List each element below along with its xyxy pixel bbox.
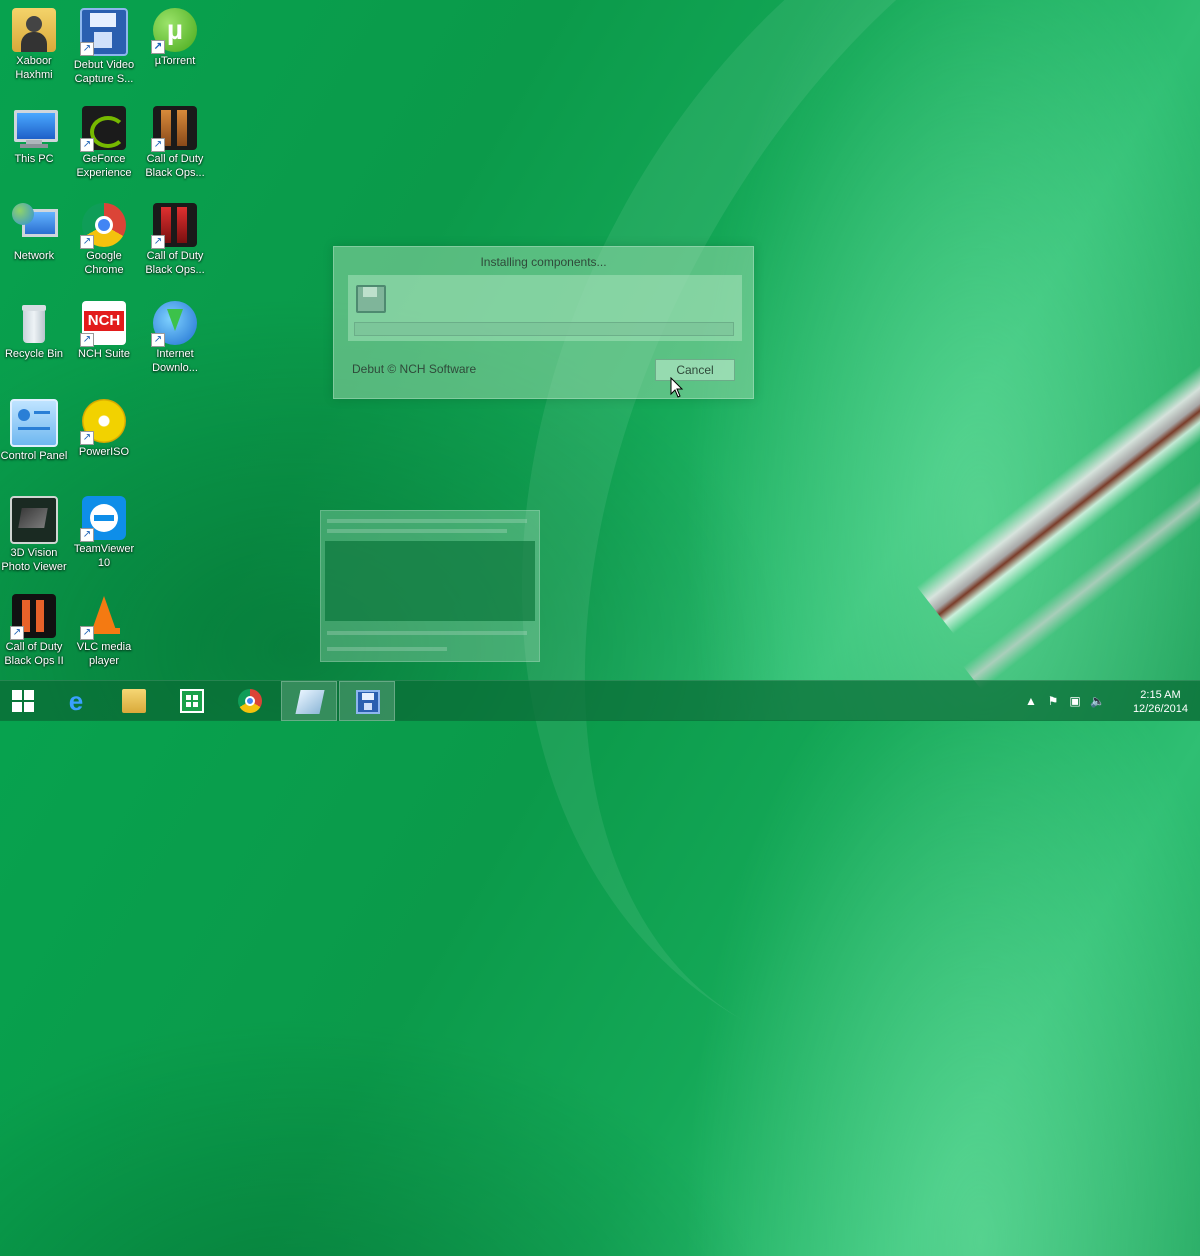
desktop-icon-label: This PC [14,153,54,165]
windows-logo-icon [12,690,34,712]
system-tray: ▲ ⚑ ▣ 🔈 2:15 AM 12/26/2014 [1025,681,1200,721]
debut-icon [356,690,380,714]
installer-icon [295,690,325,714]
taskbar-file-explorer[interactable] [106,681,162,721]
desktop-icon-chrome[interactable]: ↗ Google Chrome [69,197,139,277]
desktop-icon-label: VLC media player [76,641,132,667]
desktop-icon-label: NCH Suite [78,348,130,360]
desktop-icon-debut[interactable]: ↗ Debut Video Capture S... [69,2,139,86]
installer-dialog: Installing components... Debut © NCH Sof… [333,246,754,399]
start-button[interactable] [0,681,46,721]
desktop-icon-recycle-bin[interactable]: Recycle Bin [0,295,69,361]
desktop-icon-label: PowerISO [78,446,130,458]
geforce-icon: ↗ [80,106,126,152]
desktop-icon-utorrent[interactable]: µ ↗ µTorrent [140,2,210,68]
debut-icon: ↗ [80,8,128,56]
taskbar-store[interactable] [164,681,220,721]
clock[interactable]: 2:15 AM 12/26/2014 [1133,688,1188,716]
desktop-icon-label: 3D Vision Photo Viewer [1,547,67,573]
desktop-icon-label: Xaboor Haxhmi [15,55,53,81]
desktop-icon-user-folder[interactable]: Xaboor Haxhmi [0,2,69,82]
window-thumbnail [320,510,540,662]
network-icon [12,203,58,247]
cod-bo-icon: ↗ [151,106,197,152]
show-hidden-icons-icon[interactable]: ▲ [1024,694,1038,708]
desktop-icon-control-panel[interactable]: Control Panel [0,393,69,463]
progress-bar [354,322,734,336]
nch-icon: NCH ↗ [80,301,126,347]
taskbar-internet-explorer[interactable]: e [48,681,104,721]
desktop-icon-nch-suite[interactable]: NCH ↗ NCH Suite [69,295,139,361]
computer-icon [12,106,58,150]
taskbar-debut[interactable] [339,681,395,721]
taskbar-chrome[interactable] [222,681,278,721]
clock-date: 12/26/2014 [1132,703,1188,715]
desktop-icon-label: GeForce Experience [76,153,132,179]
utorrent-icon: µ ↗ [151,8,197,54]
taskbar-installer[interactable] [281,681,337,721]
teamviewer-icon: ↗ [80,496,126,542]
taskbar: e ▲ ⚑ ▣ 🔈 2:15 AM 12/26/2014 [0,680,1200,721]
desktop-icon-cod-bo-1[interactable]: ↗ Call of Duty Black Ops... [140,100,210,180]
mouse-cursor-icon [670,377,684,398]
dialog-footer: Debut © NCH Software [352,362,477,376]
desktop-icon-label: Google Chrome [84,250,124,276]
desktop-icon-label: Recycle Bin [4,348,64,360]
desktop-icon-label: Control Panel [0,450,68,462]
desktop-icon-cod-bo2[interactable]: ↗ Call of Duty Black Ops II [0,588,69,668]
clock-time: 2:15 AM [1140,689,1181,701]
desktop-icon-cod-bo-2[interactable]: ↗ Call of Duty Black Ops... [140,197,210,277]
recycle-bin-icon [12,301,56,345]
cancel-button[interactable]: Cancel [655,359,735,381]
photo-viewer-icon [10,496,58,544]
user-folder-icon [12,8,56,52]
chrome-icon [238,689,262,713]
desktop-icon-idm[interactable]: ↗ Internet Downlo... [140,295,210,375]
desktop-icon-poweriso[interactable]: ↗ PowerISO [69,393,139,459]
idm-icon: ↗ [151,301,197,347]
cod-bo-icon: ↗ [151,203,197,249]
desktop-icon-label: TeamViewer 10 [73,543,135,569]
desktop-icon-this-pc[interactable]: This PC [0,100,69,166]
debut-icon [356,285,386,313]
desktop-icon-teamviewer[interactable]: ↗ TeamViewer 10 [69,490,139,570]
desktop-icon-label: Call of Duty Black Ops... [145,250,205,276]
file-explorer-icon [122,689,146,713]
volume-icon[interactable]: 🔈 [1090,694,1105,708]
desktop-icon-label: Internet Downlo... [152,348,198,374]
desktop-icon-geforce[interactable]: ↗ GeForce Experience [69,100,139,180]
control-panel-icon [10,399,58,447]
poweriso-icon: ↗ [80,399,126,445]
vlc-icon: ↗ [80,594,126,640]
action-center-flag-icon[interactable]: ⚑ [1046,694,1060,708]
desktop-icon-network[interactable]: Network [0,197,69,263]
desktop-icon-label: Call of Duty Black Ops... [145,153,205,179]
desktop-icon-label: Network [13,250,55,262]
desktop-icon-label: µTorrent [154,55,196,67]
network-tray-icon[interactable]: ▣ [1068,694,1082,708]
desktop-icon-3d-vision[interactable]: 3D Vision Photo Viewer [0,490,69,574]
chrome-icon: ↗ [80,203,126,249]
cod-bo2-icon: ↗ [10,594,56,640]
store-icon [180,689,204,713]
desktop-icon-label: Debut Video Capture S... [73,59,135,85]
internet-explorer-icon: e [68,686,84,716]
desktop-icon-vlc[interactable]: ↗ VLC media player [69,588,139,668]
desktop-icon-label: Call of Duty Black Ops II [4,641,64,667]
dialog-title: Installing components... [480,255,607,269]
